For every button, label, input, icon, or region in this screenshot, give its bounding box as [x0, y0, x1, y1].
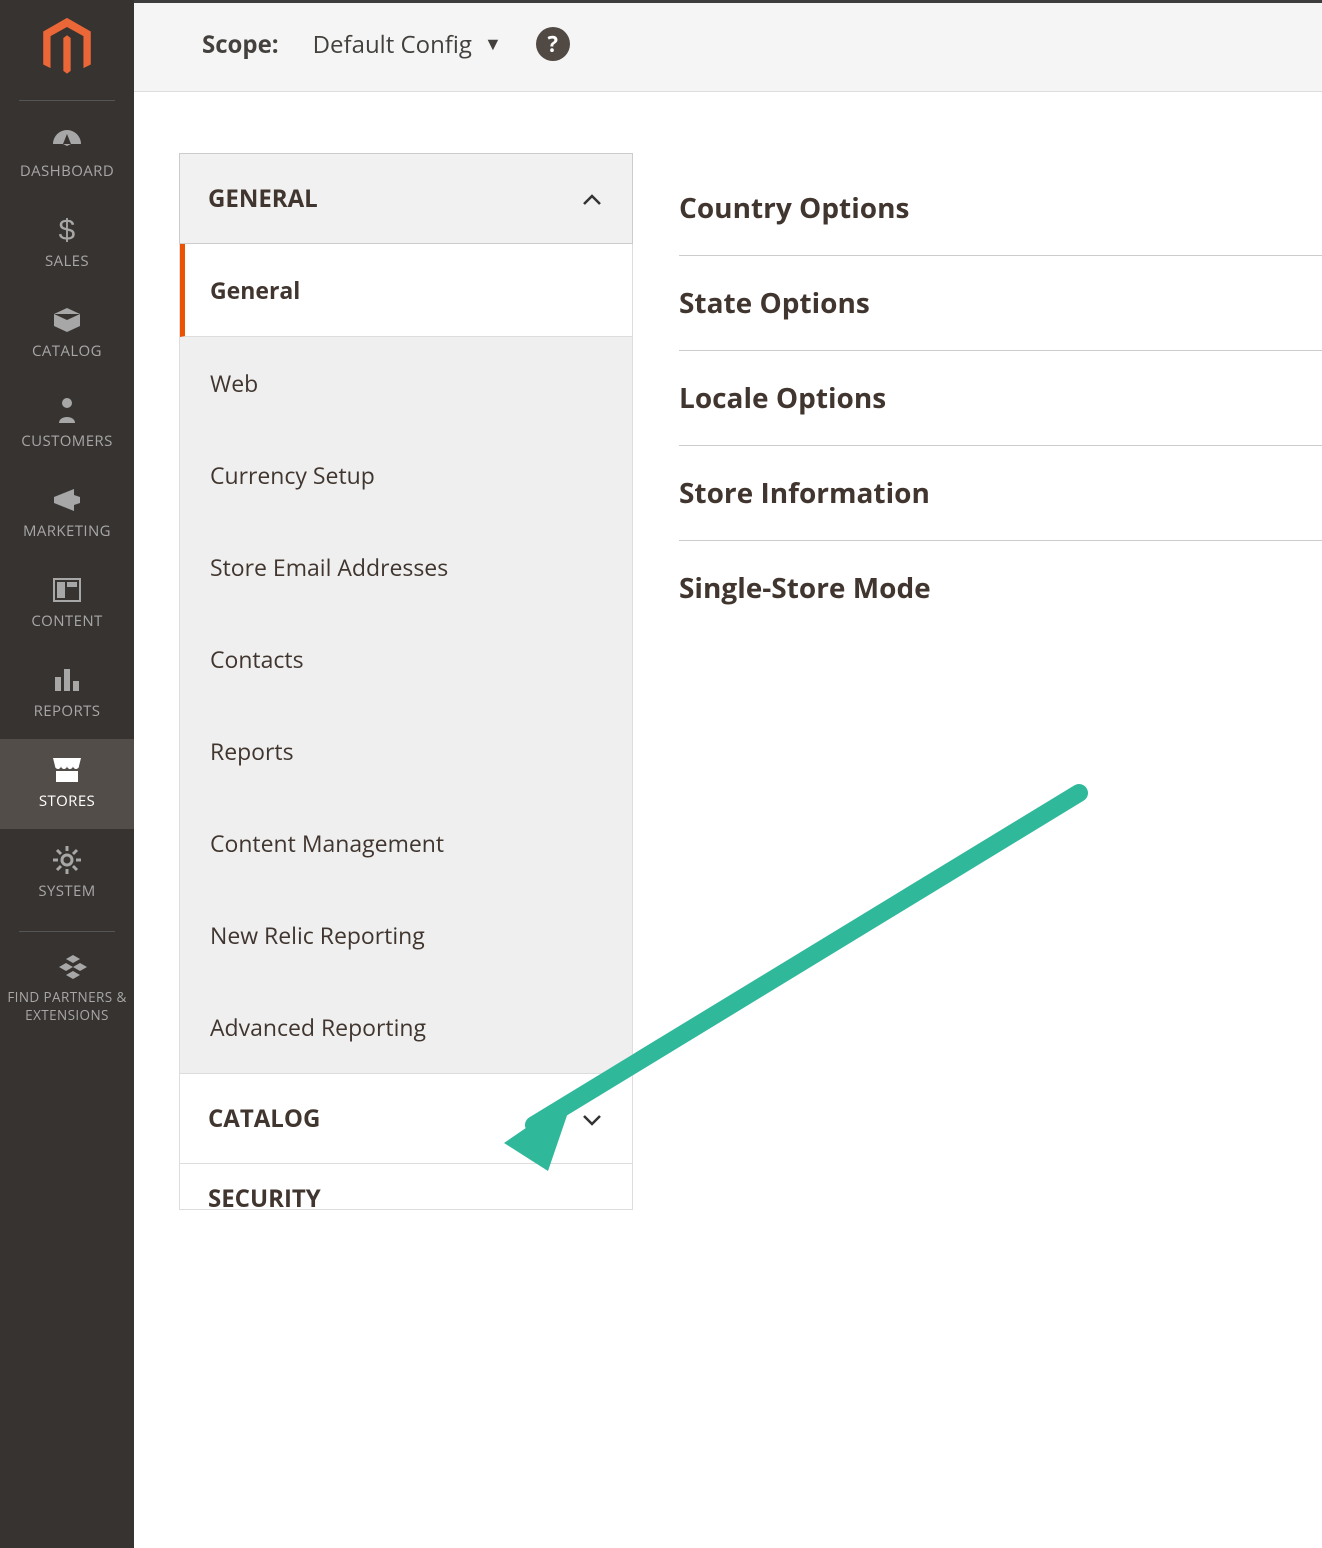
nav-system[interactable]: SYSTEM — [0, 829, 134, 919]
panel-label: GENERAL — [208, 182, 318, 215]
gear-icon — [0, 843, 134, 877]
blocks-icon — [6, 950, 140, 984]
nav-catalog[interactable]: CATALOG — [0, 289, 134, 379]
person-icon — [0, 393, 134, 427]
section-single-store-mode[interactable]: Single-Store Mode — [679, 541, 1322, 635]
bars-icon — [0, 663, 134, 697]
panel-general-items: General Web Currency Setup Store Email A… — [179, 244, 633, 1074]
nav-marketing[interactable]: MARKETING — [0, 469, 134, 559]
admin-sidebar: DASHBOARD $ SALES CATALOG CUSTOMERS MARK… — [0, 0, 134, 1548]
scope-bar: Scope: Default Config ▼ ? — [134, 3, 1322, 92]
section-store-information[interactable]: Store Information — [679, 446, 1322, 541]
megaphone-icon — [0, 483, 134, 517]
main-area: Scope: Default Config ▼ ? GENERAL Genera… — [134, 0, 1322, 1548]
subitem-general[interactable]: General — [180, 244, 632, 337]
caret-down-icon: ▼ — [484, 32, 502, 56]
section-label: State Options — [679, 284, 870, 322]
subitem-label: Web — [210, 367, 258, 399]
nav-label: CATALOG — [0, 341, 134, 361]
divider — [19, 100, 115, 101]
subitem-label: General — [210, 274, 300, 306]
box-icon — [0, 303, 134, 337]
section-label: Locale Options — [679, 379, 886, 417]
scope-label: Scope: — [202, 28, 279, 61]
subitem-contacts[interactable]: Contacts — [180, 613, 632, 705]
nav-label: CONTENT — [0, 611, 134, 631]
subitem-web[interactable]: Web — [180, 337, 632, 429]
nav-sales[interactable]: $ SALES — [0, 199, 134, 289]
section-label: Country Options — [679, 189, 909, 227]
scope-select[interactable]: Default Config ▼ — [313, 28, 502, 61]
config-tabs: GENERAL General Web Currency Setup Store… — [179, 153, 633, 1210]
panel-label: CATALOG — [208, 1102, 320, 1135]
nav-stores[interactable]: STORES — [0, 739, 134, 829]
nav-label: STORES — [0, 791, 134, 811]
chevron-down-icon — [580, 1187, 604, 1211]
subitem-advanced-reporting[interactable]: Advanced Reporting — [180, 981, 632, 1073]
section-label: Single-Store Mode — [679, 569, 931, 607]
subitem-label: Currency Setup — [210, 459, 375, 491]
subitem-label: Advanced Reporting — [210, 1011, 426, 1043]
chevron-down-icon — [580, 1107, 604, 1131]
gauge-icon — [0, 123, 134, 157]
section-locale-options[interactable]: Locale Options — [679, 351, 1322, 446]
svg-text:$: $ — [58, 214, 75, 246]
subitem-currency-setup[interactable]: Currency Setup — [180, 429, 632, 521]
magento-logo — [37, 18, 97, 78]
nav-label: REPORTS — [0, 701, 134, 721]
subitem-reports[interactable]: Reports — [180, 705, 632, 797]
subitem-label: Store Email Addresses — [210, 551, 448, 583]
subitem-label: New Relic Reporting — [210, 919, 425, 951]
panel-general[interactable]: GENERAL — [179, 153, 633, 244]
scope-value: Default Config — [313, 28, 472, 61]
subitem-label: Contacts — [210, 643, 304, 675]
nav-label: FIND PARTNERS & EXTENSIONS — [6, 988, 128, 1024]
nav-label: SALES — [0, 251, 134, 271]
panel-catalog[interactable]: CATALOG — [179, 1074, 633, 1164]
section-state-options[interactable]: State Options — [679, 256, 1322, 351]
layout-icon — [0, 573, 134, 607]
subitem-content-management[interactable]: Content Management — [180, 797, 632, 889]
dollar-icon: $ — [0, 213, 134, 247]
subitem-label: Reports — [210, 735, 294, 767]
config-sections: Country Options State Options Locale Opt… — [679, 161, 1322, 635]
panel-security[interactable]: SECURITY — [179, 1164, 633, 1210]
nav-reports[interactable]: REPORTS — [0, 649, 134, 739]
nav-dashboard[interactable]: DASHBOARD — [0, 109, 134, 199]
nav-label: SYSTEM — [0, 881, 134, 901]
nav-customers[interactable]: CUSTOMERS — [0, 379, 134, 469]
store-icon — [0, 753, 134, 787]
nav-label: CUSTOMERS — [0, 431, 134, 451]
section-country-options[interactable]: Country Options — [679, 161, 1322, 256]
nav-content[interactable]: CONTENT — [0, 559, 134, 649]
nav-find-partners[interactable]: FIND PARTNERS & EXTENSIONS — [0, 940, 134, 1044]
panel-label: SECURITY — [208, 1182, 321, 1210]
subitem-store-email[interactable]: Store Email Addresses — [180, 521, 632, 613]
nav-label: DASHBOARD — [0, 161, 134, 181]
subitem-label: Content Management — [210, 827, 444, 859]
divider — [19, 931, 115, 932]
section-label: Store Information — [679, 474, 930, 512]
nav-label: MARKETING — [0, 521, 134, 541]
chevron-up-icon — [580, 187, 604, 211]
help-icon[interactable]: ? — [536, 27, 570, 61]
subitem-new-relic[interactable]: New Relic Reporting — [180, 889, 632, 981]
